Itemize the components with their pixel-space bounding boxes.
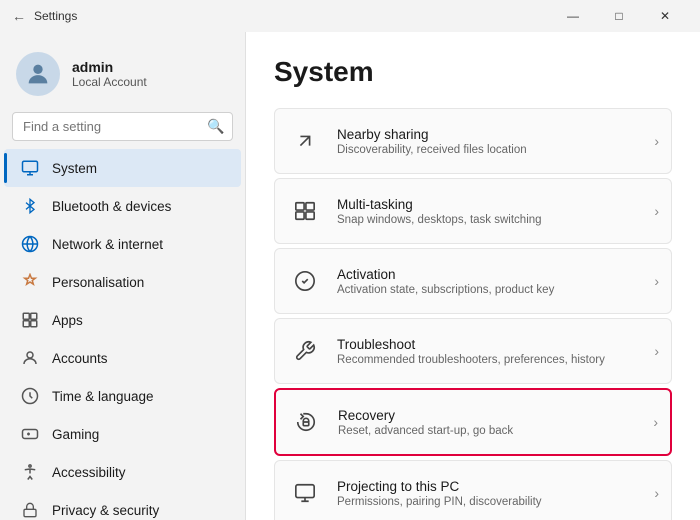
nav-item-bluetooth[interactable]: Bluetooth & devices [4, 187, 241, 225]
search-box: 🔍 [12, 112, 233, 141]
minimize-button[interactable]: — [550, 0, 596, 32]
recovery-title: Recovery [338, 408, 639, 423]
multi-tasking-desc: Snap windows, desktops, task switching [337, 214, 640, 226]
multi-tasking-title: Multi-tasking [337, 197, 640, 212]
avatar [16, 52, 60, 96]
nearby-sharing-icon [287, 123, 323, 159]
projecting-text: Projecting to this PC Permissions, pairi… [337, 479, 640, 508]
titlebar-controls: — □ ✕ [550, 0, 688, 32]
search-icon: 🔍 [207, 118, 224, 135]
setting-item-recovery[interactable]: Recovery Reset, advanced start-up, go ba… [274, 388, 672, 456]
recovery-icon [288, 404, 324, 440]
nav-item-accounts[interactable]: Accounts [4, 339, 241, 377]
nav-item-gaming[interactable]: Gaming [4, 415, 241, 453]
projecting-title: Projecting to this PC [337, 479, 640, 494]
page-title: System [274, 56, 672, 88]
nearby-sharing-arrow: › [654, 133, 659, 149]
nearby-sharing-title: Nearby sharing [337, 127, 640, 142]
nav-label-accessibility: Accessibility [52, 465, 126, 480]
setting-item-nearby-sharing[interactable]: Nearby sharing Discoverability, received… [274, 108, 672, 174]
nav-label-accounts: Accounts [52, 351, 108, 366]
content-area: System Nearby sharing Discoverability, r… [245, 32, 700, 520]
setting-item-activation[interactable]: Activation Activation state, subscriptio… [274, 248, 672, 314]
nearby-sharing-desc: Discoverability, received files location [337, 144, 640, 156]
app-container: admin Local Account 🔍 System Bluetooth &… [0, 32, 700, 520]
nav-label-bluetooth: Bluetooth & devices [52, 199, 171, 214]
nav-item-privacy[interactable]: Privacy & security [4, 491, 241, 520]
nav-item-time[interactable]: Time & language [4, 377, 241, 415]
activation-text: Activation Activation state, subscriptio… [337, 267, 640, 296]
nav-label-gaming: Gaming [52, 427, 99, 442]
activation-desc: Activation state, subscriptions, product… [337, 284, 640, 296]
user-section: admin Local Account [0, 40, 245, 112]
close-button[interactable]: ✕ [642, 0, 688, 32]
setting-item-troubleshoot[interactable]: Troubleshoot Recommended troubleshooters… [274, 318, 672, 384]
search-input[interactable] [23, 119, 199, 134]
troubleshoot-title: Troubleshoot [337, 337, 640, 352]
accounts-icon [20, 348, 40, 368]
apps-icon [20, 310, 40, 330]
multi-tasking-icon [287, 193, 323, 229]
system-icon [20, 158, 40, 178]
nav-item-accessibility[interactable]: Accessibility [4, 453, 241, 491]
projecting-arrow: › [654, 485, 659, 501]
nav-label-network: Network & internet [52, 237, 163, 252]
nav-label-personalisation: Personalisation [52, 275, 144, 290]
multi-tasking-text: Multi-tasking Snap windows, desktops, ta… [337, 197, 640, 226]
troubleshoot-text: Troubleshoot Recommended troubleshooters… [337, 337, 640, 366]
user-name: admin [72, 59, 147, 75]
gaming-icon [20, 424, 40, 444]
personalisation-icon [20, 272, 40, 292]
nav-label-time: Time & language [52, 389, 154, 404]
titlebar-title: Settings [34, 9, 77, 23]
projecting-icon [287, 475, 323, 511]
bluetooth-icon [20, 196, 40, 216]
titlebar-left: ← Settings [12, 8, 77, 24]
multi-tasking-arrow: › [654, 203, 659, 219]
activation-arrow: › [654, 273, 659, 289]
recovery-text: Recovery Reset, advanced start-up, go ba… [338, 408, 639, 437]
setting-item-projecting[interactable]: Projecting to this PC Permissions, pairi… [274, 460, 672, 520]
nav-item-network[interactable]: Network & internet [4, 225, 241, 263]
activation-icon [287, 263, 323, 299]
user-role: Local Account [72, 75, 147, 89]
privacy-icon [20, 500, 40, 520]
activation-title: Activation [337, 267, 640, 282]
nav-item-personalisation[interactable]: Personalisation [4, 263, 241, 301]
nav-item-system[interactable]: System [4, 149, 241, 187]
sidebar: admin Local Account 🔍 System Bluetooth &… [0, 32, 245, 520]
setting-item-multi-tasking[interactable]: Multi-tasking Snap windows, desktops, ta… [274, 178, 672, 244]
recovery-desc: Reset, advanced start-up, go back [338, 425, 639, 437]
nearby-sharing-text: Nearby sharing Discoverability, received… [337, 127, 640, 156]
time-icon [20, 386, 40, 406]
troubleshoot-desc: Recommended troubleshooters, preferences… [337, 354, 640, 366]
nav-item-apps[interactable]: Apps [4, 301, 241, 339]
troubleshoot-arrow: › [654, 343, 659, 359]
projecting-desc: Permissions, pairing PIN, discoverabilit… [337, 496, 640, 508]
accessibility-icon [20, 462, 40, 482]
recovery-arrow: › [653, 414, 658, 430]
network-icon [20, 234, 40, 254]
nav-label-apps: Apps [52, 313, 83, 328]
maximize-button[interactable]: □ [596, 0, 642, 32]
titlebar: ← Settings — □ ✕ [0, 0, 700, 32]
nav-label-privacy: Privacy & security [52, 503, 159, 518]
nav-label-system: System [52, 161, 97, 176]
back-icon[interactable]: ← [12, 8, 26, 24]
troubleshoot-icon [287, 333, 323, 369]
user-info: admin Local Account [72, 59, 147, 89]
